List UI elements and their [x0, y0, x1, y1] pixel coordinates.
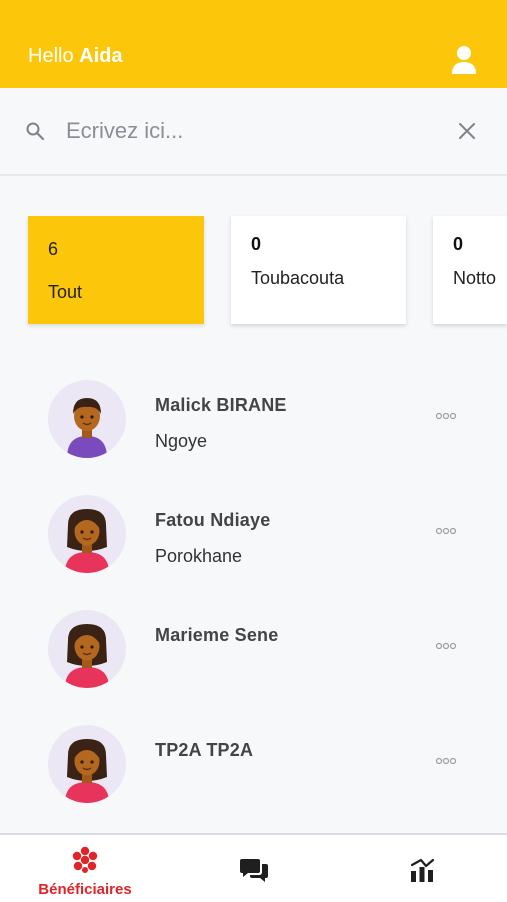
- user-icon: [452, 46, 476, 74]
- search-bar: [0, 88, 507, 176]
- filter-cards: 6 Tout 0 Toubacouta 0 Notto: [0, 216, 507, 326]
- list-item[interactable]: TP2A TP2A: [0, 725, 507, 805]
- stats-icon: [410, 858, 435, 882]
- woman-avatar: [48, 610, 126, 688]
- filter-label: Tout: [48, 282, 83, 302]
- beneficiary-name: Malick BIRANE: [155, 395, 287, 415]
- chat-icon: [240, 859, 268, 882]
- search-input[interactable]: [66, 113, 436, 149]
- list-item[interactable]: Malick BIRANE Ngoye: [0, 380, 507, 460]
- more-options-icon[interactable]: [435, 641, 457, 651]
- woman-avatar: [48, 495, 126, 573]
- beneficiary-name: Marieme Sene: [155, 625, 279, 645]
- filter-count: 0: [453, 234, 464, 254]
- greeting: Hello Aida: [28, 45, 122, 68]
- tab-messages[interactable]: [170, 835, 338, 902]
- tab-beneficiaires[interactable]: Bénéficiaires: [0, 835, 170, 902]
- beneficiary-location: Ngoye: [155, 431, 208, 451]
- search-icon: [26, 122, 45, 141]
- filter-card-tout[interactable]: 6 Tout: [28, 216, 204, 324]
- filter-count: 6: [48, 239, 59, 259]
- beneficiaries-icon: [72, 846, 98, 873]
- man-avatar: [48, 380, 126, 458]
- tab-label: Bénéficiaires: [38, 881, 132, 898]
- filter-label: Toubacouta: [251, 268, 345, 288]
- filter-card-notto[interactable]: 0 Notto: [433, 216, 507, 324]
- app-header: Hello Aida: [0, 0, 507, 88]
- beneficiary-name: Fatou Ndiaye: [155, 510, 271, 530]
- beneficiary-name: TP2A TP2A: [155, 740, 254, 760]
- more-options-icon[interactable]: [435, 756, 457, 766]
- close-icon[interactable]: [457, 121, 477, 141]
- filter-label: Notto: [453, 268, 497, 288]
- bottom-tab-bar: Bénéficiaires: [0, 833, 507, 902]
- greeting-text: Hello: [28, 45, 74, 67]
- list-item[interactable]: Fatou Ndiaye Porokhane: [0, 495, 507, 575]
- more-options-icon[interactable]: [435, 411, 457, 421]
- tab-stats[interactable]: [338, 835, 507, 902]
- filter-count: 0: [251, 234, 262, 254]
- user-name: Aida: [79, 45, 123, 67]
- filter-card-toubacouta[interactable]: 0 Toubacouta: [231, 216, 406, 324]
- profile-button[interactable]: [450, 44, 478, 76]
- list-item[interactable]: Marieme Sene: [0, 610, 507, 690]
- woman-avatar: [48, 725, 126, 803]
- more-options-icon[interactable]: [435, 526, 457, 536]
- beneficiary-location: Porokhane: [155, 546, 243, 566]
